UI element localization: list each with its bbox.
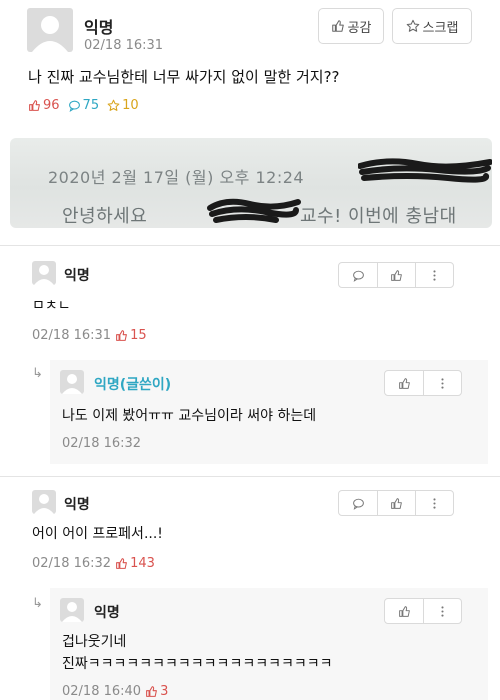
speech-bubble-icon — [68, 100, 80, 112]
photo-greeting-tail: 교수! 이번에 충남대 — [300, 206, 457, 227]
thumbs-up-icon — [398, 377, 410, 389]
reply-item: 익명 겁나웃기네 진짜ㅋㅋㅋㅋㅋㅋㅋㅋㅋㅋㅋㅋㅋㅋㅋㅋㅋㅋㅋ 02/18 16:… — [50, 588, 488, 700]
comment-body: ㅁㅊㄴ — [32, 298, 71, 314]
scrap-button[interactable]: 스크랩 — [392, 8, 472, 44]
comment-avatar — [32, 261, 56, 285]
thumbs-up-icon — [116, 330, 127, 341]
comment-count: 75 — [68, 98, 99, 113]
comment-actions — [338, 262, 454, 288]
star-icon — [107, 99, 120, 111]
speech-bubble-icon — [352, 498, 364, 510]
thumbs-up-icon — [116, 558, 127, 569]
post-author: 익명 — [84, 18, 114, 37]
redaction-scribble — [358, 158, 492, 183]
thumbs-up-icon — [331, 20, 344, 32]
redaction-scribble — [207, 198, 301, 223]
comment-time: 02/18 16:40 — [62, 684, 142, 699]
post-article: 익명 02/18 16:31 공감 스크랩 나 진짜 교수님한테 너무 싸가지 … — [0, 0, 500, 235]
comment-actions — [384, 370, 462, 396]
more-button[interactable] — [415, 263, 453, 287]
attached-photo[interactable]: 2020년 2월 17일 (월) 오후 12:24 안녕하세요 교수! 이번에 … — [10, 138, 492, 228]
post-body: 나 진짜 교수님한테 너무 싸가지 없이 말한 거지?? — [28, 68, 340, 86]
comment-author: 익명 — [64, 268, 90, 284]
comment-like-count: 3 — [145, 684, 168, 699]
thumbs-up-icon — [146, 686, 157, 697]
comment-avatar — [32, 490, 56, 514]
thumbs-up-icon — [29, 100, 40, 111]
comment-avatar — [60, 598, 84, 622]
thumbs-up-icon — [391, 497, 402, 509]
scrap-count: 10 — [107, 98, 139, 113]
thumbs-up-icon — [391, 269, 402, 281]
comment-like-button[interactable] — [385, 371, 423, 395]
post-avatar — [27, 8, 73, 52]
comment-actions — [338, 490, 454, 516]
comment-like-button[interactable] — [385, 599, 423, 623]
thumbs-up-icon — [398, 605, 410, 617]
comment-body: 나도 이제 봤어ㅠㅠ 교수님이라 써야 하는데 — [62, 408, 317, 424]
comment-author: 익명 — [94, 605, 120, 621]
reply-arrow-icon: ↳ — [32, 366, 43, 381]
reply-button[interactable] — [339, 263, 377, 287]
post-time: 02/18 16:31 — [84, 38, 164, 53]
comment-like-button[interactable] — [377, 263, 415, 287]
photo-date-text: 2020년 2월 17일 (월) 오후 12:24 — [48, 168, 305, 187]
like-button[interactable]: 공감 — [318, 8, 384, 44]
comment-like-count: 15 — [115, 328, 147, 343]
comment-meta: 02/18 16:32 143 — [32, 556, 155, 571]
comment-actions — [384, 598, 462, 624]
comment-time: 02/18 16:32 — [62, 436, 142, 451]
comment-body: 어이 어이 프로페서...! — [32, 526, 163, 542]
comment-author: 익명 — [64, 497, 90, 513]
speech-bubble-icon — [352, 270, 364, 282]
comment-meta: 02/18 16:32 — [62, 436, 141, 451]
comment-meta: 02/18 16:31 15 — [32, 328, 147, 343]
vertical-dots-icon — [433, 269, 436, 281]
scrap-button-label: 스크랩 — [422, 20, 459, 36]
like-count: 96 — [28, 98, 60, 113]
comment-author-op: 익명(글쓴이) — [94, 377, 172, 393]
vertical-dots-icon — [433, 497, 436, 509]
photo-greeting-text: 안녕하세요 — [62, 206, 148, 227]
divider — [0, 476, 500, 477]
comment-like-count: 143 — [115, 556, 155, 571]
comment-time: 02/18 16:31 — [32, 328, 112, 343]
divider — [0, 245, 500, 246]
more-button[interactable] — [423, 599, 461, 623]
comment-body-line-2: 진짜ㅋㅋㅋㅋㅋㅋㅋㅋㅋㅋㅋㅋㅋㅋㅋㅋㅋㅋㅋ — [62, 656, 333, 672]
reply-button[interactable] — [339, 491, 377, 515]
comment-like-button[interactable] — [377, 491, 415, 515]
like-button-label: 공감 — [347, 20, 372, 36]
vertical-dots-icon — [441, 377, 444, 389]
more-button[interactable] — [415, 491, 453, 515]
comment-avatar — [60, 370, 84, 394]
vertical-dots-icon — [441, 605, 444, 617]
comment-body-line-1: 겁나웃기네 — [62, 634, 127, 650]
reply-item: 익명(글쓴이) 나도 이제 봤어ㅠㅠ 교수님이라 써야 하는데 02/18 16… — [50, 360, 488, 464]
more-button[interactable] — [423, 371, 461, 395]
comment-meta: 02/18 16:40 3 — [62, 684, 168, 699]
comment-time: 02/18 16:32 — [32, 556, 112, 571]
star-icon — [406, 19, 419, 32]
post-stats: 96 75 10 — [28, 98, 139, 113]
reply-arrow-icon: ↳ — [32, 596, 43, 611]
